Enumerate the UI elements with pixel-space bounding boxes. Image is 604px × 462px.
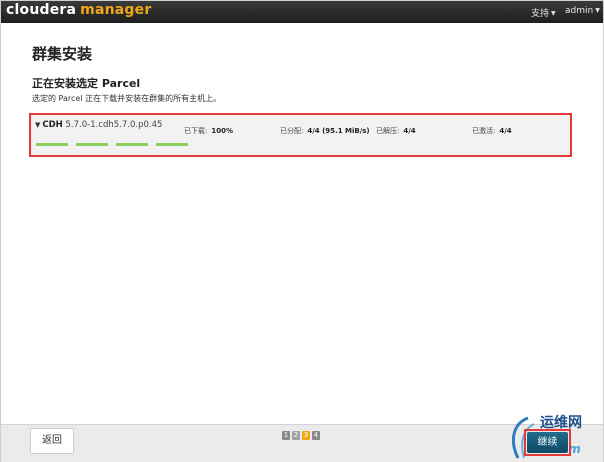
- support-label: 支持: [531, 9, 550, 19]
- brand-main: cloudera: [6, 2, 77, 18]
- stage-label: 已激活:: [472, 127, 496, 135]
- window-frame: [0, 0, 604, 462]
- host-progress-bar: [156, 143, 188, 146]
- stage-activated: 已激活: 4/4: [472, 118, 565, 135]
- wizard-footer: [1, 424, 603, 462]
- stage-value: 4/4 (95.1 MiB/s): [307, 127, 370, 135]
- host-progress-bar: [76, 143, 108, 146]
- brand-logo[interactable]: cloudera manager: [6, 2, 151, 18]
- user-label: admin: [565, 6, 594, 16]
- back-button[interactable]: 返回: [30, 428, 74, 454]
- parcel-toggle[interactable]: ▼ CDH 5.7.0-1.cdh5.7.0.p0.45: [35, 120, 162, 130]
- parcel-row: ▼ CDH 5.7.0-1.cdh5.7.0.p0.45 已下载: 100% 已分配…: [29, 113, 572, 157]
- stage-label: 已下载:: [184, 127, 208, 135]
- support-menu[interactable]: 支持 ▼: [531, 6, 556, 19]
- step-2[interactable]: 2: [292, 431, 300, 440]
- stage-label: 已解压:: [376, 127, 400, 135]
- host-progress-bar: [116, 143, 148, 146]
- step-1[interactable]: 1: [282, 431, 290, 440]
- parcel-name-bold: CDH: [42, 120, 63, 130]
- top-navbar: cloudera manager 支持 ▼ admin ▼: [1, 1, 603, 23]
- step-4[interactable]: 4: [312, 431, 320, 440]
- user-menu[interactable]: admin ▼: [565, 6, 600, 16]
- stage-unpacked: 已解压: 4/4: [376, 118, 469, 135]
- section-title: 正在安装选定 Parcel: [32, 77, 141, 90]
- stage-distributed: 已分配: 4/4 (95.1 MiB/s): [280, 118, 373, 135]
- stage-value: 4/4: [403, 127, 416, 135]
- host-progress-bar: [36, 143, 68, 146]
- brand-sub: manager: [80, 2, 152, 18]
- section-subtitle: 选定的 Parcel 正在下载并安装在群集的所有主机上。: [32, 94, 222, 103]
- chevron-down-icon: ▼: [551, 10, 556, 17]
- step-3[interactable]: 3: [302, 431, 310, 440]
- parcel-version: 5.7.0-1.cdh5.7.0.p0.45: [65, 120, 163, 130]
- stage-label: 已分配:: [280, 127, 304, 135]
- stage-downloaded: 已下载: 100%: [184, 118, 277, 135]
- chevron-down-icon: ▼: [35, 121, 41, 129]
- continue-button[interactable]: 继续: [527, 432, 568, 453]
- page-title: 群集安装: [32, 45, 93, 63]
- chevron-down-icon: ▼: [595, 7, 600, 14]
- stage-value: 4/4: [499, 127, 512, 135]
- continue-highlight: 继续: [524, 429, 571, 456]
- stage-value: 100%: [211, 127, 233, 135]
